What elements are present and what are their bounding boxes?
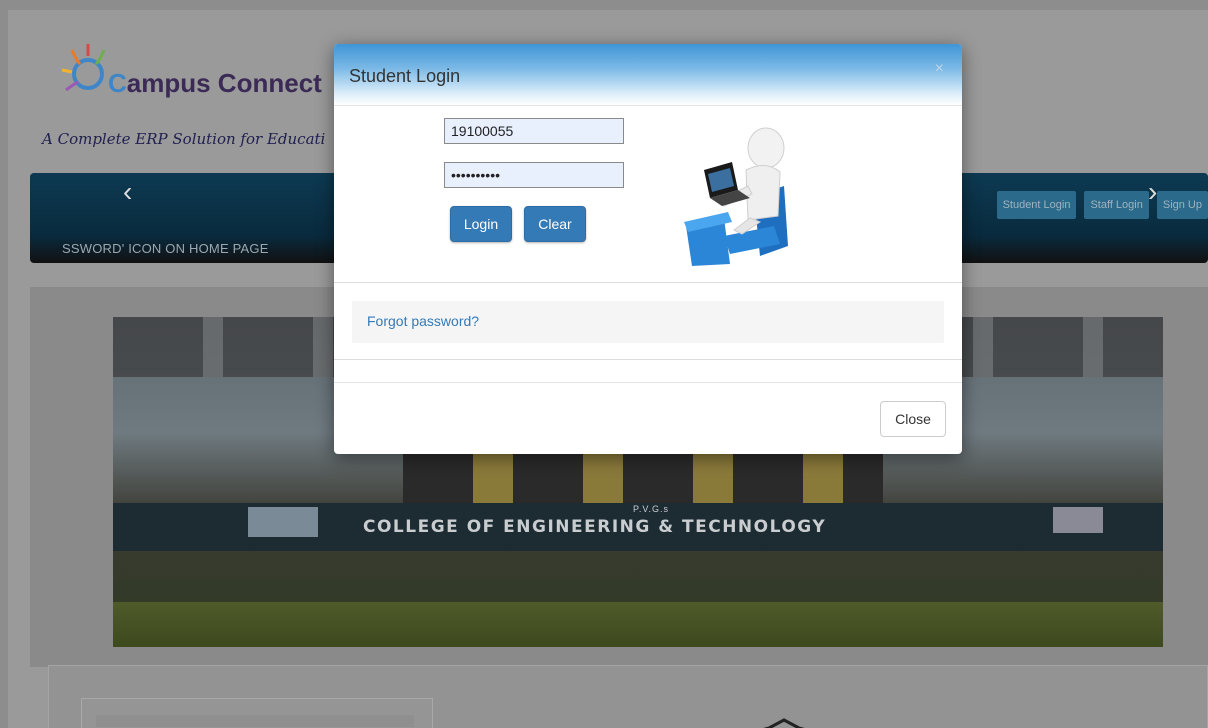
close-icon[interactable]: × (935, 60, 944, 78)
username-input[interactable] (444, 118, 624, 144)
modal-footer: Close (334, 382, 962, 454)
nav-staff-login[interactable]: Staff Login (1084, 191, 1149, 219)
news-marquee: SSWORD' ICON ON HOME PAGE (62, 241, 269, 256)
bottom-info-box-header (96, 715, 414, 727)
bottom-content-panel (48, 665, 1208, 728)
logo-mark-icon (61, 44, 106, 92)
nav-sign-up[interactable]: Sign Up (1156, 191, 1208, 219)
forgot-password-link[interactable]: Forgot password? (367, 313, 479, 329)
carousel-prev-icon[interactable]: ‹ (123, 178, 132, 206)
student-laptop-illustration-icon (684, 127, 788, 266)
forgot-password-panel: Forgot password? (352, 301, 944, 343)
nav-student-login[interactable]: Student Login (996, 191, 1077, 219)
login-button[interactable]: Login (450, 206, 512, 242)
logo-text: Campus Connect (108, 68, 322, 99)
bottom-info-box (81, 698, 433, 728)
nav-links: Student Login Staff Login Sign Up (996, 191, 1208, 219)
modal-header: Student Login × (334, 44, 962, 106)
sign-badge-left (248, 507, 318, 537)
modal-title: Student Login (349, 66, 461, 86)
forgot-password-section: Forgot password? (334, 282, 962, 360)
plants-image (113, 602, 1163, 647)
password-input[interactable] (444, 162, 624, 188)
campus-connect-logo[interactable]: Campus Connect A Complete ERP Solution f… (38, 40, 358, 170)
college-sign: P.V.G.s COLLEGE OF ENGINEERING & TECHNOL… (113, 503, 1163, 551)
emblem-icon (763, 718, 805, 728)
college-prefix: P.V.G.s (633, 504, 670, 514)
building-facade-image (403, 452, 883, 507)
close-button[interactable]: Close (880, 401, 946, 437)
carousel-next-icon[interactable]: › (1148, 178, 1157, 206)
logo-initial: C (108, 68, 127, 98)
college-name: COLLEGE OF ENGINEERING & TECHNOLOGY (363, 517, 827, 537)
sign-badge-right (1053, 507, 1103, 533)
clear-button[interactable]: Clear (524, 206, 586, 242)
student-login-modal: Student Login × Login Clear Forgot passw… (334, 44, 962, 454)
logo-name: ampus Connect (126, 68, 322, 98)
logo-tagline: A Complete ERP Solution for Educati (42, 130, 326, 148)
